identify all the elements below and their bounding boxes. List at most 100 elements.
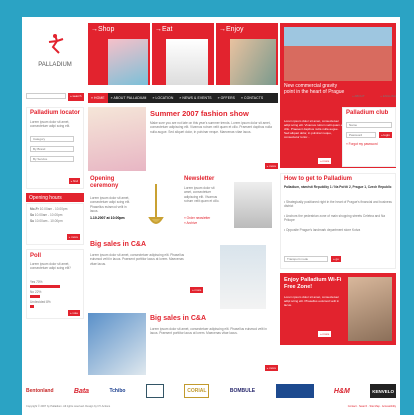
wifi-photo (348, 277, 392, 341)
tab-eat[interactable]: →Eat (152, 23, 214, 85)
shop-photo (108, 39, 148, 85)
howto-item: • Anchors the pedestrian zone of main sh… (284, 214, 386, 223)
poll-bar (30, 305, 34, 308)
locator: Palladium locator Lorem ipsum dolor sit … (26, 107, 84, 189)
search-button[interactable]: » search (68, 93, 84, 101)
howto-title: How to get to Palladium (284, 176, 353, 182)
fashion-photo (88, 107, 146, 171)
logo-kenvelo[interactable]: KENVELO (370, 384, 396, 398)
category-select[interactable]: Category (30, 136, 74, 142)
search-input[interactable] (26, 93, 66, 99)
howto: How to get to Palladium Palladium, náměs… (280, 173, 396, 269)
opening-more-button[interactable]: » more (66, 234, 80, 240)
poll-title: Poll (30, 253, 42, 259)
nav-news[interactable]: » NEWS & EVENTS (176, 96, 214, 100)
nav-about-right[interactable]: » ABOUT (352, 94, 365, 98)
club: Palladium club Name Password » login » F… (342, 107, 396, 167)
poll: Poll Lorem ipsum dolor sit amet, consect… (26, 249, 84, 319)
trumpet-icon (148, 184, 164, 224)
ceremony: Opening ceremony Lorem ipsum dolor sit a… (88, 174, 178, 236)
search: » search (26, 93, 84, 101)
opening-row: Sa 10.00am - 10.00pm (30, 213, 63, 217)
poll-answer[interactable]: Undecided 8% (30, 300, 51, 304)
howto-go-button[interactable]: » go (331, 256, 341, 262)
logo-bata[interactable]: Bata (74, 384, 89, 398)
order-newsletter-link[interactable]: » Order newsletter (184, 216, 210, 220)
nav-right: » ABOUT » ENGLISH (352, 94, 396, 98)
opening-row: Mo-Fr 10.00am - 10.00pm (30, 207, 68, 211)
partner-logos: Bentonland Bata Tchibo CORIAL BOMBULE H&… (26, 383, 396, 399)
dancer-logo-icon (48, 34, 64, 54)
nav-contacts[interactable]: » CONTACTS (238, 96, 266, 100)
poll-bar (30, 285, 60, 288)
opening-header: Opening hours (26, 193, 84, 202)
logo-badge[interactable] (145, 384, 164, 398)
logo-blue[interactable] (275, 384, 314, 398)
footer-copy: Copyright © 2007 by Palladium. All right… (26, 405, 111, 408)
logo-tchibo[interactable]: Tchibo (109, 384, 125, 398)
club-title: Palladium club (346, 110, 389, 116)
tab-enjoy-label: →Enjoy (219, 26, 244, 33)
poll-bar (30, 295, 40, 298)
sales-1-more-button[interactable]: » more (190, 287, 204, 293)
logo-corial[interactable]: CORIAL (184, 384, 210, 398)
locator-title: Palladium locator (30, 110, 81, 116)
wifi-more-button[interactable]: » more (318, 331, 332, 337)
chef-photo (166, 39, 208, 85)
tab-shop[interactable]: →Shop (88, 23, 150, 85)
locator-find-button[interactable]: » find (68, 178, 80, 184)
wifi: Enjoy Palladium Wi-Fi Free Zone! Lorem i… (280, 273, 396, 345)
logo-bentonland[interactable]: Bentonland (26, 384, 54, 398)
fashion-title[interactable]: Summer 2007 fashion show (150, 109, 249, 118)
locator-text: Lorem ipsum dolor sit amet, consectetuer… (30, 120, 71, 129)
howto-address: Palladium, náměstí Republiky 1 / Na Poří… (284, 185, 392, 189)
poll-answer[interactable]: No 22% (30, 290, 41, 294)
page: PALLADIUM →Shop →Eat →Enjoy New commerci… (22, 17, 400, 415)
forgot-password-link[interactable]: » Forgot my password (346, 142, 378, 146)
nav-language[interactable]: » ENGLISH (380, 94, 396, 98)
club-login-button[interactable]: » login (379, 132, 392, 138)
ceremony-date: 1.10.2007 at 10.00pm (90, 216, 125, 220)
brand-select[interactable]: By Brand (30, 146, 74, 152)
sales-1-text: Lorem ipsum dolor sit amet, consectetuer… (90, 253, 185, 266)
newsletter-photo (234, 182, 272, 228)
poll-answer[interactable]: Yes 70% (30, 280, 42, 284)
nav-home[interactable]: » HOME (88, 93, 108, 103)
transport-select[interactable]: Transport mode (284, 256, 328, 262)
sales-2-more-button[interactable]: » more (264, 365, 278, 371)
enjoy-photo (230, 39, 276, 85)
hero-title: New commercial gravity point in the hear… (284, 83, 345, 95)
logo-bombule[interactable]: BOMBULE (230, 384, 255, 398)
sales-1-photo (220, 245, 266, 309)
sales-1: Big sales in C&A Lorem ipsum dolor sit a… (88, 239, 278, 309)
footer-links[interactable]: Contact · Search · Site Map · Accessibil… (348, 405, 396, 409)
nav-about[interactable]: » ABOUT PALLADIUM (108, 96, 150, 100)
opening-hours: Mo-Fr 10.00am - 10.00pm Sa 10.00am - 10.… (26, 203, 84, 245)
howto-item: • Opposite Prague's landmark department … (284, 228, 361, 232)
opening-row: Su 10.00am - 10.00pm (30, 219, 63, 223)
brand-name: PALLADIUM (38, 62, 72, 68)
sales-2-title[interactable]: Big sales in C&A (150, 315, 206, 322)
howto-item: • Strategically positioned right in the … (284, 200, 392, 209)
logo-hm[interactable]: H&M (334, 384, 350, 398)
tab-enjoy[interactable]: →Enjoy (216, 23, 278, 85)
nav-offers[interactable]: » OFFERS (215, 96, 238, 100)
tab-eat-label: →Eat (155, 26, 173, 33)
service-select[interactable]: By Service (30, 156, 74, 162)
fashion-more-button[interactable]: » more (264, 163, 278, 169)
newsletter: Newsletter Lorem ipsum dolor sit amet, c… (182, 174, 278, 236)
ceremony-title[interactable]: Opening ceremony (90, 176, 132, 190)
archive-link[interactable]: » Archive (184, 221, 197, 225)
sales-2-text: Lorem ipsum dolor sit amet, consectetuer… (150, 327, 267, 336)
club-password-field[interactable]: Password (346, 132, 376, 138)
poll-vote-button[interactable]: » vote (67, 310, 80, 316)
wifi-text: Lorem ipsum dolor sit amet, consectetuer… (284, 295, 340, 307)
sales-1-title[interactable]: Big sales in C&A (90, 241, 146, 248)
club-name-field[interactable]: Name (346, 122, 392, 128)
tab-shop-label: →Shop (91, 26, 115, 33)
ceremony-text: Lorem ipsum dolor sit amet, consectetuer… (90, 196, 131, 213)
hero-more-button[interactable]: » more (318, 158, 332, 164)
newsletter-title: Newsletter (184, 176, 215, 182)
nav-location[interactable]: » LOCATION (149, 96, 176, 100)
brand-logo[interactable]: PALLADIUM (26, 23, 84, 85)
